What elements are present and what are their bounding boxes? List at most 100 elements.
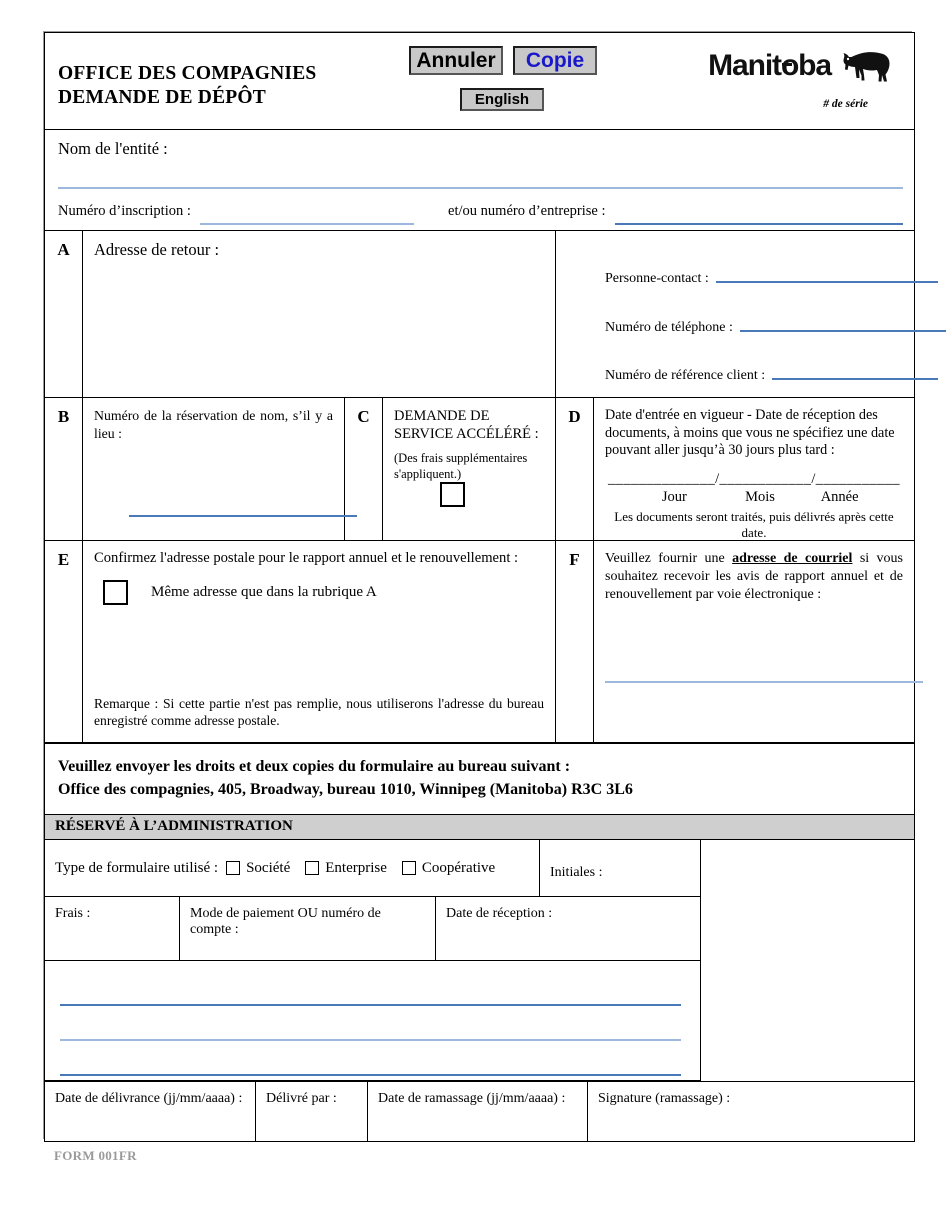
business-number-label: et/ou numéro d’entreprise :	[448, 203, 606, 219]
effective-date-footnote: Les documents seront traités, puis déliv…	[614, 508, 894, 540]
page-title: OFFICE DES COMPAGNIES DEMANDE DE DÉPÔT	[58, 62, 316, 110]
phone-number-field: Numéro de téléphone :	[605, 320, 946, 336]
mailing-instruction-line-2: Office des compagnies, 405, Broadway, bu…	[58, 781, 633, 798]
payment-method-label: Mode de paiement OU numéro de compte :	[190, 906, 381, 937]
entity-section: Nom de l'entité : Numéro d’inscription :…	[45, 130, 914, 231]
form-code-footer: FORM 001FR	[54, 1148, 137, 1163]
title-line-2: DEMANDE DE DÉPÔT	[58, 87, 266, 108]
client-reference-label: Numéro de référence client :	[605, 368, 766, 383]
admin-notes-area	[45, 961, 700, 1081]
cancel-button[interactable]: Annuler	[409, 46, 503, 75]
email-notice-label: Veuillez fournir une adresse de courriel…	[605, 550, 903, 604]
return-address-area[interactable]: Adresse de retour :	[83, 231, 555, 397]
copy-button[interactable]: Copie	[513, 46, 597, 75]
entity-name-input[interactable]	[58, 187, 903, 189]
mailing-address-note: Remarque : Si cette partie n'est pas rem…	[94, 696, 544, 728]
mailing-instruction-line-1: Veuillez envoyer les droits et deux copi…	[58, 758, 571, 775]
admin-right-blank-cell[interactable]	[701, 840, 914, 1081]
effective-date-input[interactable]: ______________/____________/___________	[605, 471, 903, 488]
client-reference-field: Numéro de référence client :	[605, 368, 939, 384]
enterprise-label: Enterprise	[325, 859, 387, 876]
email-address-input[interactable]	[605, 681, 923, 683]
effective-date-label: Date d'entrée en vigueur - Date de récep…	[605, 407, 895, 458]
language-toggle-button[interactable]: English	[460, 88, 544, 111]
manitoba-wordmark: Manitoba	[708, 49, 832, 82]
initials-cell[interactable]: Initiales :	[540, 840, 700, 896]
email-address-emphasis: adresse de courriel	[732, 551, 853, 566]
bison-icon	[843, 52, 890, 82]
pickup-date-cell[interactable]: Date de ramassage (jj/mm/aaaa) :	[368, 1082, 588, 1141]
date-part-labels: Jour Mois Année	[605, 489, 903, 506]
title-line-1: OFFICE DES COMPAGNIES	[58, 63, 317, 84]
admin-section-heading: RÉSERVÉ À L’ADMINISTRATION	[45, 814, 914, 840]
contact-person-input[interactable]	[715, 281, 938, 283]
client-reference-input[interactable]	[772, 378, 939, 380]
form-document: OFFICE DES COMPAGNIES DEMANDE DE DÉPÔT A…	[44, 32, 946, 1142]
phone-number-input[interactable]	[739, 330, 946, 332]
date-day-label: Jour	[661, 488, 687, 505]
contact-person-field: Personne-contact :	[605, 271, 938, 287]
manitoba-logo: Manitoba # de série	[691, 47, 896, 110]
same-address-label: Même adresse que dans la rubrique A	[151, 584, 377, 600]
section-d: D Date d'entrée en vigueur - Date de réc…	[556, 398, 914, 540]
section-c-letter: C	[345, 398, 383, 540]
name-reservation-label: Numéro de la réservation de nom, s’il y …	[94, 408, 333, 441]
email-notice-before: Veuillez fournir une	[605, 551, 733, 566]
signature-cell[interactable]: Signature (ramassage) :	[588, 1082, 914, 1141]
admin-row-delivery: Date de délivrance (jj/mm/aaaa) : Délivr…	[45, 1081, 914, 1141]
entity-name-label: Nom de l'entité :	[58, 139, 168, 158]
reception-date-label: Date de réception :	[446, 906, 553, 921]
signature-label: Signature (ramassage) :	[598, 1091, 731, 1106]
section-e: E Confirmez l'adresse postale pour le ra…	[45, 541, 556, 742]
section-c: C DEMANDE DE SERVICE ACCÉLÉRÉ : (Des fra…	[345, 398, 556, 540]
form-type-option-societe[interactable]: Société	[226, 860, 290, 877]
name-reservation-input[interactable]	[129, 515, 357, 517]
expedited-service-label: DEMANDE DE SERVICE ACCÉLÉRÉ :	[394, 408, 539, 442]
issued-by-cell[interactable]: Délivré par :	[256, 1082, 368, 1141]
admin-note-input-1[interactable]	[60, 1004, 681, 1006]
form-type-option-enterprise[interactable]: Enterprise	[305, 860, 387, 877]
issue-date-cell[interactable]: Date de délivrance (jj/mm/aaaa) :	[45, 1082, 256, 1141]
reception-date-cell[interactable]: Date de réception :	[436, 897, 700, 960]
fees-label: Frais :	[55, 906, 91, 921]
section-f: F Veuillez fournir une adresse de courri…	[556, 541, 923, 742]
enterprise-checkbox[interactable]	[305, 861, 320, 875]
section-e-letter: E	[45, 541, 83, 742]
expedited-service-note: (Des frais supplémentaires s'appliquent.…	[394, 451, 528, 481]
admin-note-input-2[interactable]	[60, 1039, 681, 1041]
section-a-letter: A	[45, 231, 83, 397]
form-header: OFFICE DES COMPAGNIES DEMANDE DE DÉPÔT A…	[45, 33, 914, 130]
form-type-option-cooperative[interactable]: Coopérative	[401, 859, 496, 877]
admin-row-fees: Frais : Mode de paiement OU numéro de co…	[45, 897, 700, 961]
date-month-label: Mois	[745, 488, 775, 505]
same-address-checkbox[interactable]	[103, 580, 128, 605]
form-type-label: Type de formulaire utilisé :	[55, 859, 219, 876]
registration-number-label: Numéro d’inscription :	[58, 203, 191, 219]
initials-label: Initiales :	[550, 864, 603, 880]
admin-note-input-3[interactable]	[60, 1074, 681, 1076]
mailing-address-label: Confirmez l'adresse postale pour le rapp…	[94, 550, 519, 566]
registration-number-input[interactable]	[199, 223, 415, 225]
section-f-letter: F	[556, 541, 594, 742]
contact-person-label: Personne-contact :	[605, 271, 709, 286]
serial-number-label: # de série	[823, 98, 868, 110]
form-type-cell: Type de formulaire utilisé : Société Ent…	[45, 840, 540, 896]
section-d-letter: D	[556, 398, 594, 540]
mailing-instructions: Veuillez envoyer les droits et deux copi…	[45, 743, 914, 814]
section-b-letter: B	[45, 398, 83, 540]
societe-checkbox[interactable]	[226, 861, 241, 875]
pickup-date-label: Date de ramassage (jj/mm/aaaa) :	[378, 1091, 566, 1106]
cooperative-checkbox[interactable]	[401, 861, 416, 875]
expedited-service-checkbox[interactable]	[440, 482, 465, 507]
admin-row-form-type: Type de formulaire utilisé : Société Ent…	[45, 840, 700, 897]
phone-number-label: Numéro de téléphone :	[605, 320, 733, 335]
return-address-label: Adresse de retour :	[94, 240, 220, 259]
payment-method-cell[interactable]: Mode de paiement OU numéro de compte :	[180, 897, 436, 960]
section-b: B Numéro de la réservation de nom, s’il …	[45, 398, 357, 540]
admin-section: Type de formulaire utilisé : Société Ent…	[45, 840, 914, 1081]
date-year-label: Année	[820, 488, 859, 505]
business-number-input[interactable]	[615, 223, 903, 225]
cooperative-label: Coopérative	[421, 859, 496, 876]
fees-cell[interactable]: Frais :	[45, 897, 180, 960]
issued-by-label: Délivré par :	[266, 1091, 337, 1106]
